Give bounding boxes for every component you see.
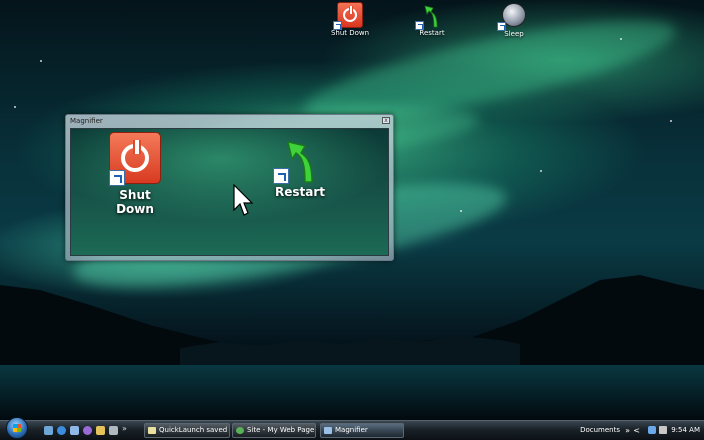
star — [670, 120, 672, 122]
start-button[interactable] — [6, 417, 28, 439]
magnifier-title: Magnifier — [70, 117, 103, 125]
close-button[interactable]: x — [382, 117, 390, 124]
tray-expand-arrow[interactable]: < — [633, 421, 640, 440]
magnifier-view: Shut Down Restart — [70, 128, 389, 256]
internet-explorer-icon[interactable] — [57, 426, 66, 435]
documents-toolbar[interactable]: Documents — [580, 421, 620, 440]
magnified-label: Shut Down — [116, 188, 154, 216]
shortcut-arrow-icon — [497, 22, 506, 31]
taskbar-button-magnifier[interactable]: Magnifier — [320, 423, 404, 438]
clock[interactable]: 9:54 AM — [671, 421, 700, 440]
notepad-icon — [148, 427, 156, 434]
shut-down-tile — [333, 2, 363, 30]
desktop-icon-sleep[interactable]: Sleep — [488, 2, 540, 38]
star — [460, 210, 462, 212]
desktop[interactable]: Shut Down Restart Sleep Magnifier x Shut… — [0, 0, 704, 440]
app-icon[interactable] — [109, 426, 118, 435]
email-icon[interactable] — [96, 426, 105, 435]
taskbar-button-label: QuickLaunch saved — [159, 426, 228, 434]
desktop-icon-label: Shut Down — [330, 29, 370, 37]
shortcut-arrow-icon — [415, 21, 424, 30]
desktop-icon-shut-down[interactable]: Shut Down — [324, 2, 376, 37]
documents-toolbar-chevron[interactable]: » — [625, 421, 630, 440]
star — [40, 60, 42, 62]
taskbar-button-site-my-web-page[interactable]: Site - My Web Page — [232, 423, 316, 438]
shortcut-arrow-icon — [273, 168, 289, 184]
star — [540, 170, 542, 172]
desktop-icon-label: Sleep — [504, 30, 524, 38]
web-page-icon — [236, 427, 244, 434]
magnifier-titlebar[interactable]: Magnifier x — [66, 115, 393, 127]
star — [620, 38, 622, 40]
mouse-cursor-icon — [233, 184, 254, 216]
power-symbol — [121, 140, 149, 172]
media-player-icon[interactable] — [83, 426, 92, 435]
magnifier-icon — [324, 427, 332, 434]
magnified-restart-icon: Restart — [267, 132, 333, 199]
lake-reflection — [0, 365, 704, 420]
taskbar-button-label: Magnifier — [335, 426, 368, 434]
show-desktop-icon[interactable] — [44, 426, 53, 435]
taskbar-button-quicklaunch-saved[interactable]: QuickLaunch saved — [144, 423, 230, 438]
sleep-tile-wrap — [497, 3, 527, 31]
taskbar: » QuickLaunch saved Site - My Web Page M… — [0, 417, 704, 440]
star — [14, 106, 16, 108]
restart-tile — [415, 2, 445, 30]
magnified-label: Restart — [274, 185, 325, 199]
magnifier-window[interactable]: Magnifier x Shut Down Restart — [65, 114, 394, 261]
power-symbol — [343, 6, 357, 22]
desktop-icon-restart[interactable]: Restart — [406, 2, 458, 37]
volume-icon[interactable] — [659, 426, 667, 434]
switch-windows-icon[interactable] — [70, 426, 79, 435]
network-icon[interactable] — [648, 426, 656, 434]
quick-launch-chevron[interactable]: » — [122, 424, 127, 433]
magnified-shut-down-icon: Shut Down — [99, 132, 171, 216]
desktop-icon-label: Restart — [419, 29, 445, 37]
shortcut-arrow-icon — [109, 170, 125, 186]
shortcut-arrow-icon — [333, 21, 342, 30]
taskbar-button-label: Site - My Web Page — [247, 426, 315, 434]
